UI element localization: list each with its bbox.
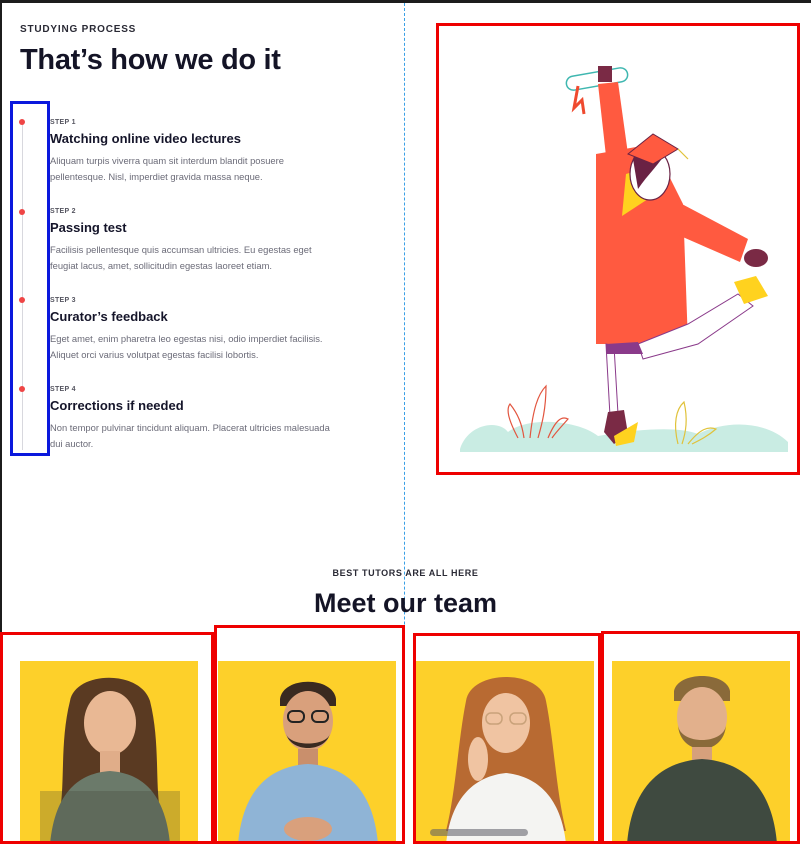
window-top-border xyxy=(0,0,811,3)
process-eyebrow: STUDYING PROCESS xyxy=(20,24,137,35)
annotation-box-timeline xyxy=(10,101,50,456)
tutor-man-glasses-photo-icon xyxy=(238,681,378,844)
step-title: Passing test xyxy=(50,220,127,235)
tutor-woman-red-hair-photo-icon xyxy=(446,677,566,844)
step-3: STEP 3 Curator’s feedback Eget amet, eni… xyxy=(50,297,340,363)
step-2: STEP 2 Passing test Facilisis pellentesq… xyxy=(50,208,340,274)
scrollbar-thumb[interactable] xyxy=(430,829,528,836)
step-label: STEP 1 xyxy=(50,119,76,126)
step-label: STEP 2 xyxy=(50,208,76,215)
tutor-man-beard-photo-icon xyxy=(627,676,777,844)
team-title: Meet our team xyxy=(313,588,498,618)
timeline-dot-4 xyxy=(19,386,25,392)
step-description: Aliquam turpis viverra quam sit interdum… xyxy=(50,155,284,182)
process-title: That’s how we do it xyxy=(20,44,281,76)
timeline-track xyxy=(22,122,23,450)
step-4: STEP 4 Corrections if needed Non tempor … xyxy=(50,386,340,452)
tutor-woman-dark-hair-photo-icon xyxy=(40,677,180,844)
window-left-border xyxy=(0,0,2,844)
timeline-dot-1 xyxy=(19,119,25,125)
step-description: Non tempor pulvinar tincidunt aliquam. P… xyxy=(50,422,330,449)
team-card-2[interactable] xyxy=(218,661,396,844)
step-label: STEP 4 xyxy=(50,386,76,393)
step-label: STEP 3 xyxy=(50,297,76,304)
step-description: Eget amet, enim pharetra leo egestas nis… xyxy=(50,333,323,360)
timeline-dot-2 xyxy=(19,209,25,215)
team-card-3[interactable] xyxy=(416,661,594,844)
graduate-illustration xyxy=(438,24,796,472)
team-eyebrow: BEST TUTORS ARE ALL HERE xyxy=(332,568,479,578)
layout-guide-line xyxy=(404,3,405,844)
graduate-celebrating-illustration-icon xyxy=(460,66,788,452)
step-1: STEP 1 Watching online video lectures Al… xyxy=(50,119,340,185)
team-card-1[interactable] xyxy=(20,661,198,844)
step-title: Corrections if needed xyxy=(50,398,184,413)
team-card-4[interactable] xyxy=(612,661,790,844)
step-title: Watching online video lectures xyxy=(50,131,241,146)
timeline-dot-3 xyxy=(19,297,25,303)
step-title: Curator’s feedback xyxy=(50,309,168,324)
step-description: Facilisis pellentesque quis accumsan ult… xyxy=(50,244,312,271)
